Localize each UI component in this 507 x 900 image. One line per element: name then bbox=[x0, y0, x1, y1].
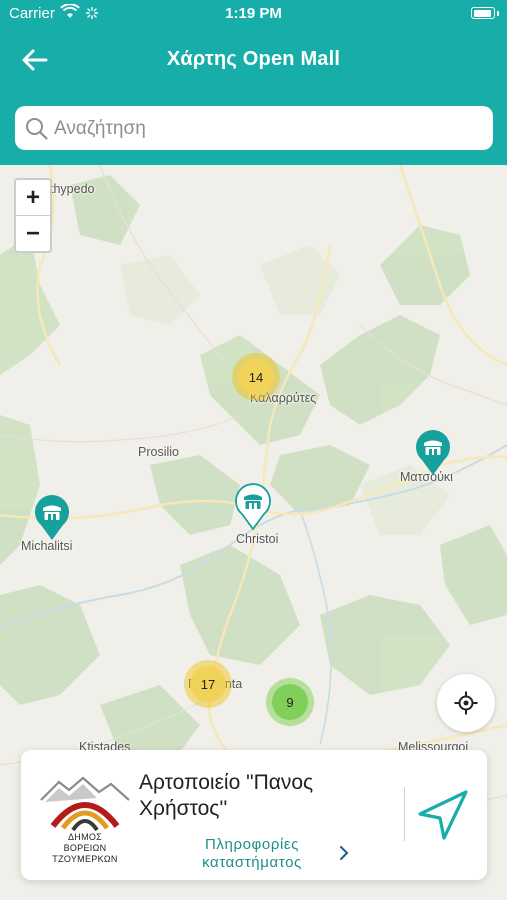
cluster-count: 17 bbox=[190, 666, 226, 702]
map-cluster[interactable]: 17 bbox=[184, 660, 232, 708]
chevron-right-icon[interactable] bbox=[339, 846, 349, 860]
mountain-logo-icon bbox=[40, 776, 130, 832]
zoom-in-button[interactable]: + bbox=[16, 180, 50, 216]
store-marker-icon[interactable] bbox=[414, 429, 452, 477]
place-label-thypedo: thypedo bbox=[50, 182, 95, 196]
crosshair-icon bbox=[454, 691, 478, 715]
navigate-icon[interactable] bbox=[416, 788, 470, 842]
shop-name: Αρτοποιείο "Πανος Χρήστος'' bbox=[139, 771, 314, 820]
clock: 1:19 PM bbox=[225, 5, 282, 22]
store-card[interactable]: ΔΗΜΟΣ ΒΟΡΕΙΩΝ ΤΖΟΥΜΕΡΚΩΝ Αρτοποιείο "Παν… bbox=[21, 750, 487, 880]
zoom-out-button[interactable]: − bbox=[16, 216, 50, 251]
cluster-count: 9 bbox=[272, 684, 308, 720]
search-input[interactable] bbox=[52, 110, 476, 148]
nav-bar: Χάρτης Open Mall bbox=[0, 30, 507, 90]
battery-cap bbox=[497, 11, 499, 16]
map-cluster[interactable]: 14 bbox=[232, 353, 280, 401]
cluster-count: 14 bbox=[238, 359, 274, 395]
zoom-control: + − bbox=[14, 178, 52, 253]
search-bar bbox=[15, 106, 493, 150]
search-icon bbox=[26, 118, 48, 140]
map-cluster[interactable]: 9 bbox=[266, 678, 314, 726]
status-bar: Carrier 1:19 PM bbox=[0, 0, 507, 30]
logo-text: ΔΗΜΟΣ ΒΟΡΕΙΩΝ ΤΖΟΥΜΕΡΚΩΝ bbox=[52, 832, 118, 864]
card-divider bbox=[404, 787, 405, 841]
place-label-christoi: Christoi bbox=[236, 532, 279, 546]
store-info-link[interactable]: Πληροφορίες καταστήματος bbox=[177, 836, 327, 872]
page-title: Χάρτης Open Mall bbox=[166, 48, 341, 70]
search-container bbox=[0, 90, 507, 165]
locate-me-button[interactable] bbox=[437, 674, 495, 732]
place-label-prosilio: Prosilio bbox=[138, 445, 179, 459]
selected-store-marker-icon[interactable] bbox=[234, 483, 272, 531]
store-marker-icon[interactable] bbox=[33, 494, 71, 542]
battery-icon bbox=[471, 7, 495, 19]
municipality-logo: ΔΗΜΟΣ ΒΟΡΕΙΩΝ ΤΖΟΥΜΕΡΚΩΝ bbox=[39, 774, 131, 864]
